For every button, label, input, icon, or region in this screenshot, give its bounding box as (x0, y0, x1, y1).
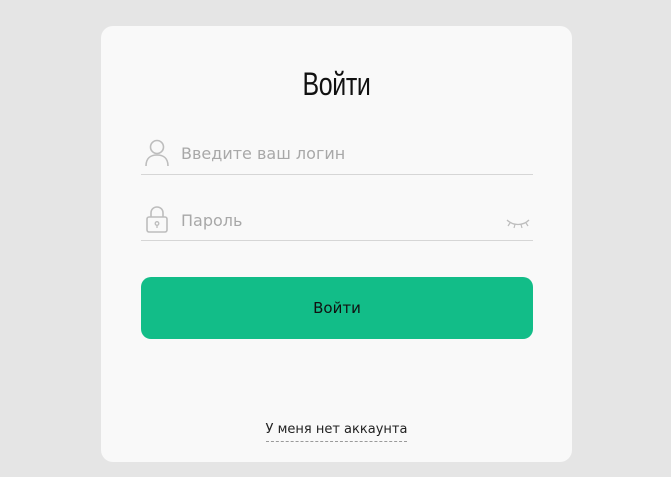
page-title: Войти (302, 66, 371, 102)
password-field (141, 202, 533, 241)
login-field (141, 135, 533, 175)
lock-icon (144, 205, 170, 235)
eye-closed-icon[interactable] (505, 216, 531, 230)
user-icon (144, 138, 170, 168)
no-account-link[interactable]: У меня нет аккаунта (265, 422, 408, 442)
signup-container: У меня нет аккаунта (101, 418, 572, 442)
password-input[interactable] (181, 206, 501, 234)
login-input[interactable] (181, 139, 501, 167)
login-card: Войти Введите ваш логин Войти У меня нет… (101, 26, 572, 462)
login-submit-button[interactable]: Войти (141, 277, 533, 339)
